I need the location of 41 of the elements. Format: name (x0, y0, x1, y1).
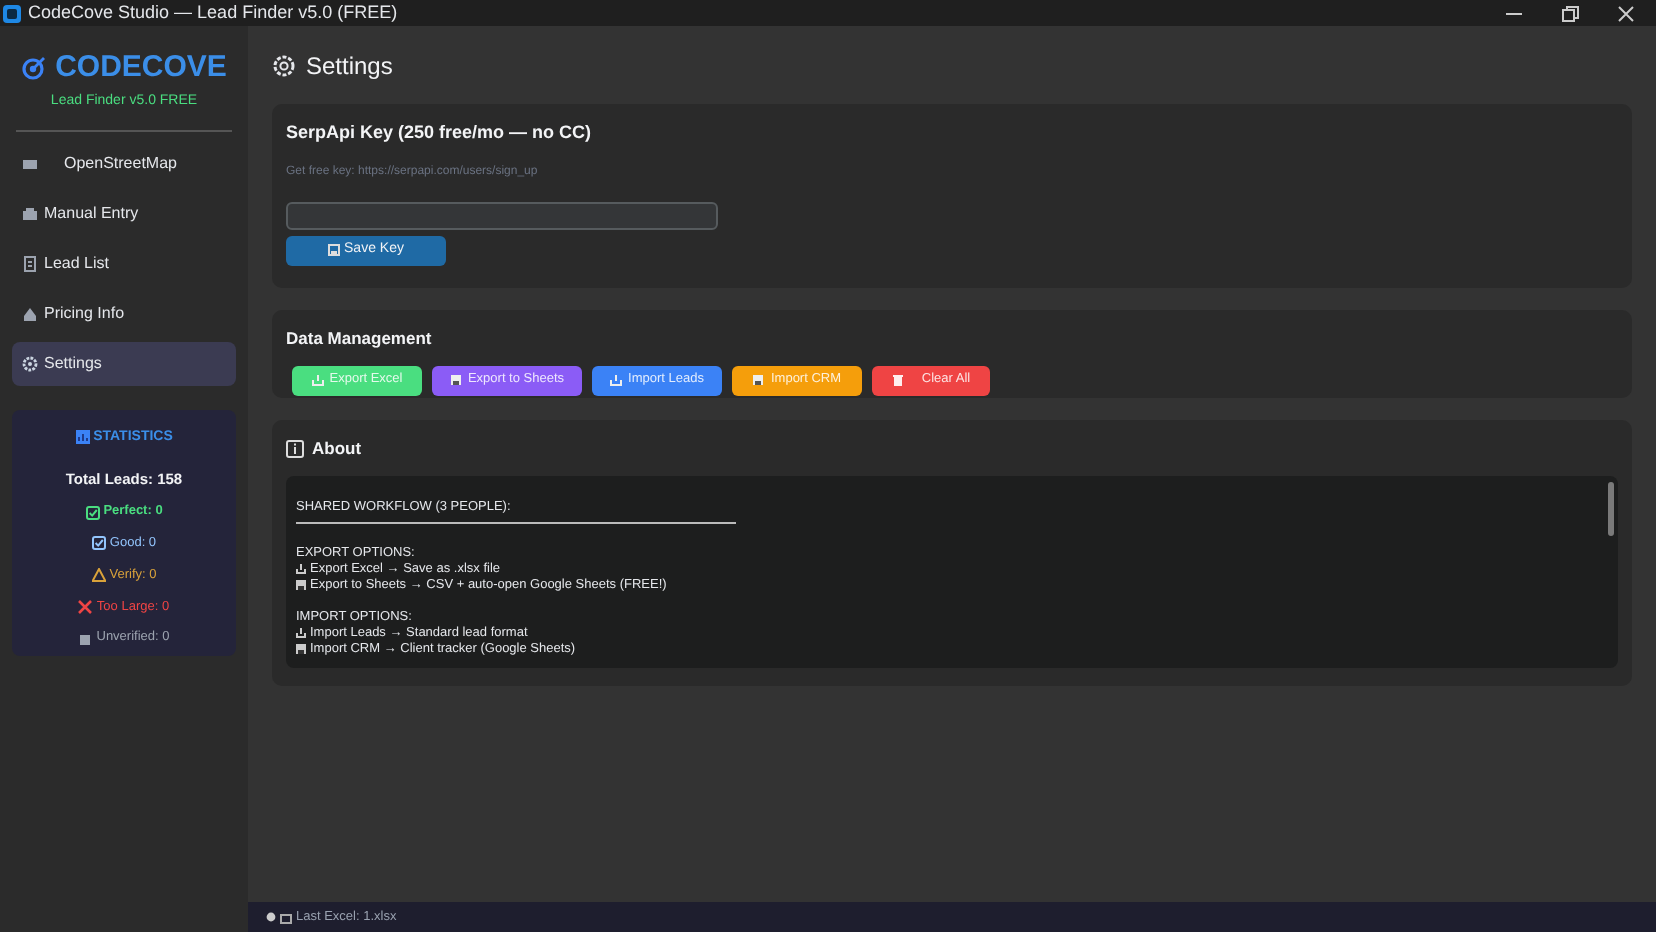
tray-icon (296, 628, 306, 639)
brand-name: CODECOVE (55, 52, 227, 82)
sidebar-item[interactable]: Settings (12, 341, 236, 385)
api-key-field[interactable] (286, 201, 718, 229)
floppy-icon (296, 644, 306, 655)
cross-icon (78, 599, 93, 614)
target-icon (21, 55, 46, 79)
tray-icon (311, 374, 324, 387)
window-title: CodeCove Studio — Lead Finder v5.0 (FREE) (28, 0, 398, 26)
restore-button[interactable] (1556, 1, 1584, 25)
sidebar-item[interactable]: Manual Entry (12, 191, 236, 235)
tray-icon (296, 564, 306, 575)
warning-icon (91, 568, 106, 583)
folder-icon (280, 911, 292, 923)
close-icon (1616, 3, 1636, 23)
page-title: Settings (306, 50, 393, 84)
trash-icon (891, 374, 904, 387)
sidebar-item[interactable]: OpenStreetMap (12, 141, 236, 185)
floppy-icon (449, 374, 462, 387)
checkbox-icon (85, 505, 100, 520)
card-title: SerpApi Key (250 free/mo — no CC) (286, 120, 594, 146)
tray-icon (610, 374, 623, 387)
close-button[interactable] (1612, 1, 1640, 25)
box-icon (78, 631, 93, 646)
gear-icon (272, 54, 296, 78)
floppy-icon (296, 580, 306, 591)
floppy-icon (328, 244, 341, 256)
settings-icon (22, 355, 38, 371)
floppy-icon (752, 374, 765, 387)
scrollbar-thumb[interactable] (1608, 481, 1614, 536)
dot-icon (266, 912, 276, 922)
app-icon (2, 3, 22, 23)
list-icon (22, 255, 38, 271)
restore-icon (1560, 3, 1580, 23)
sidebar-item[interactable]: Pricing Info (12, 291, 236, 335)
checkbox-icon (91, 536, 106, 551)
card-title: About (312, 436, 362, 462)
sidebar-item[interactable]: Lead List (12, 241, 236, 285)
chart-icon (75, 430, 90, 445)
card-title: Data Management (286, 326, 434, 352)
info-icon (286, 439, 304, 458)
